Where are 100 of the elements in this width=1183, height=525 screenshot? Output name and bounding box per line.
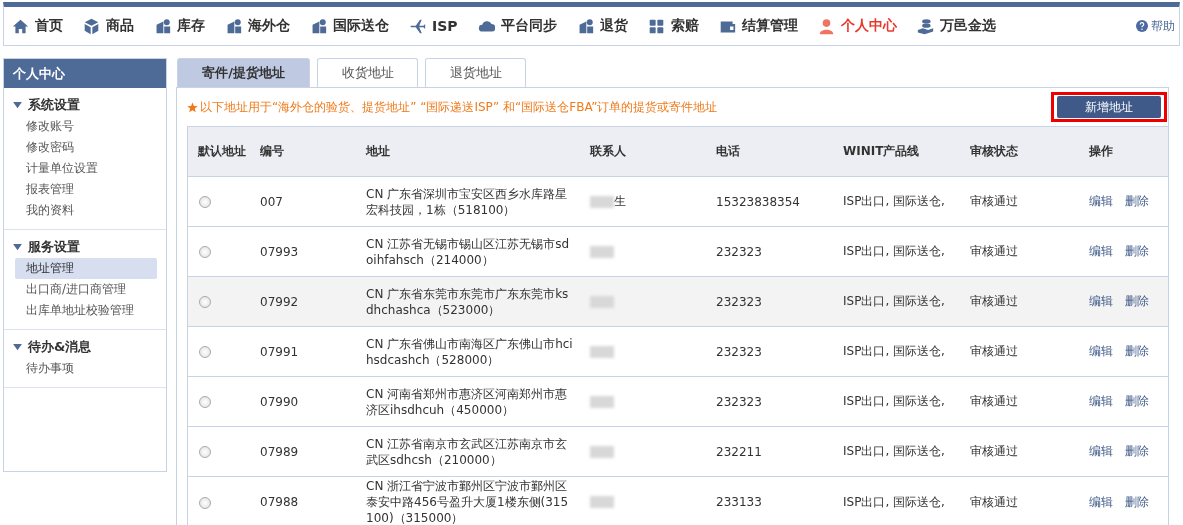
table-cell-text: CN 江苏省无锡市锡山区江苏无锡市sdoihfahsch（214000） xyxy=(366,235,571,268)
home-icon xyxy=(12,17,29,35)
action-link[interactable]: 编辑 xyxy=(1089,193,1113,210)
tab[interactable]: 退货地址 xyxy=(425,58,526,87)
sidebar-item[interactable]: 修改账号 xyxy=(15,116,157,137)
sidebar-item[interactable]: 计量单位设置 xyxy=(15,158,157,179)
redacted-block xyxy=(590,295,614,308)
action-link[interactable]: 编辑 xyxy=(1089,343,1113,360)
nav-item[interactable]: 商品 xyxy=(83,17,134,35)
table-cell: ISP出口, 国际送仓, xyxy=(843,394,945,408)
sidebar-item[interactable]: 待办事项 xyxy=(15,358,157,379)
radio-button[interactable] xyxy=(199,396,211,408)
column-header: 联系人 xyxy=(588,143,627,160)
sidebar-group[interactable]: 系统设置 xyxy=(4,94,166,116)
radio-button[interactable] xyxy=(199,246,211,258)
action-link[interactable]: 删除 xyxy=(1125,393,1149,410)
help-link[interactable]: 帮助 xyxy=(1136,17,1175,35)
sidebar-group[interactable]: 待办&消息 xyxy=(4,336,166,358)
nav-item[interactable]: 平台同步 xyxy=(477,17,557,35)
table-cell: 审核通过 xyxy=(970,494,1018,509)
table-cell: CN 广东省佛山市南海区广东佛山市hcihsdcashch（528000） xyxy=(366,335,574,368)
table-cell: 审核通过 xyxy=(970,244,1018,258)
person-icon xyxy=(817,17,835,35)
table-cell: 232323 xyxy=(716,244,762,259)
column-header: 默认地址 xyxy=(197,143,247,160)
sidebar-item[interactable]: 报表管理 xyxy=(15,179,157,200)
column-header: WINIT产品线 xyxy=(842,143,921,160)
sidebar-item[interactable]: 出口商/进口商管理 xyxy=(15,279,157,300)
nav-item[interactable]: 结算管理 xyxy=(718,17,798,35)
redacted-block xyxy=(590,496,614,508)
nav-item[interactable]: 个人中心 xyxy=(817,17,897,35)
sidebar-item[interactable]: 修改密码 xyxy=(15,137,157,158)
action-link[interactable]: 删除 xyxy=(1125,193,1149,210)
sidebar-item[interactable]: 地址管理 xyxy=(15,258,157,279)
sidebar-group[interactable]: 服务设置 xyxy=(4,236,166,258)
radio-button[interactable] xyxy=(199,446,211,458)
cube-icon xyxy=(83,17,100,35)
star-icon xyxy=(187,101,198,113)
table-cell: 232323 xyxy=(716,344,762,359)
table-cell: ISP出口, 国际送仓, xyxy=(843,494,945,509)
nav-item[interactable]: 索赔 xyxy=(647,17,699,35)
coins-icon xyxy=(916,17,934,35)
table-cell-text: CN 江苏省南京市玄武区江苏南京市玄武区sdhcsh（210000） xyxy=(366,435,569,468)
table-cell: 07993 xyxy=(260,244,299,259)
add-address-button[interactable]: 新增地址 xyxy=(1057,96,1161,118)
tab[interactable]: 收货地址 xyxy=(317,58,418,87)
radio-button[interactable] xyxy=(199,296,211,308)
action-link[interactable]: 编辑 xyxy=(1089,493,1113,511)
table-cell: 007 xyxy=(260,194,283,209)
nav-item[interactable]: 首页 xyxy=(12,17,63,35)
table-cell-text: CN 广东省东莞市东莞市广东东莞市ksdhchashca（523000） xyxy=(366,285,570,318)
redacted-block xyxy=(590,395,614,408)
table-cell: 233133 xyxy=(716,495,762,509)
nav-item[interactable]: 海外仓 xyxy=(225,17,290,35)
nav-item[interactable]: 退货 xyxy=(576,17,628,35)
table-cell: 232211 xyxy=(716,444,762,459)
table-cell: 生 xyxy=(614,193,626,210)
table-cell: 审核通过 xyxy=(970,344,1018,358)
nav-item[interactable]: 国际送仓 xyxy=(310,17,389,35)
table-cell: ISP出口, 国际送仓, xyxy=(843,194,945,208)
help-icon xyxy=(1136,20,1148,32)
action-link[interactable]: 删除 xyxy=(1125,493,1149,511)
action-link[interactable]: 编辑 xyxy=(1089,243,1113,260)
action-link[interactable]: 编辑 xyxy=(1089,393,1113,410)
action-link[interactable]: 删除 xyxy=(1125,293,1149,310)
sidebar-item[interactable]: 出库单地址校验管理 xyxy=(15,300,157,321)
table-cell: 07990 xyxy=(260,394,299,409)
redacted-block xyxy=(590,445,614,458)
action-link[interactable]: 编辑 xyxy=(1089,293,1113,310)
column-header: 编号 xyxy=(259,143,285,160)
table-cell: 审核通过 xyxy=(970,194,1018,208)
nav-item[interactable]: ISP xyxy=(409,17,458,35)
table-cell-text: CN 广东省深圳市宝安区西乡水库路星宏科技园，1栋（518100） xyxy=(366,185,569,218)
radio-button[interactable] xyxy=(199,496,211,509)
action-link[interactable]: 删除 xyxy=(1125,243,1149,260)
table-cell: 审核通过 xyxy=(970,294,1018,308)
radio-button[interactable] xyxy=(199,346,211,358)
radio-button[interactable] xyxy=(199,196,211,208)
table-cell: 07991 xyxy=(260,344,299,359)
tab[interactable]: 寄件/提货地址 xyxy=(177,58,310,87)
redacted-block xyxy=(590,245,614,258)
table-cell: 07992 xyxy=(260,294,299,309)
action-link[interactable]: 编辑 xyxy=(1089,443,1113,460)
building-icon xyxy=(225,17,242,35)
action-link[interactable]: 删除 xyxy=(1125,443,1149,460)
table-cell-text: CN 浙江省宁波市鄞州区宁波市鄞州区泰安中路456号盈升大厦1楼东侧(315100)（315000） xyxy=(366,478,570,525)
table-cell: ISP出口, 国际送仓, xyxy=(843,444,945,458)
sidebar-item[interactable]: 我的资料 xyxy=(15,200,157,221)
table-cell-text: CN 河南省郑州市惠济区河南郑州市惠济区ihsdhcuh（450000） xyxy=(366,385,569,418)
nav-item[interactable]: 库存 xyxy=(154,17,205,35)
plane-icon xyxy=(409,17,426,35)
column-header: 地址 xyxy=(366,143,391,160)
table-cell: 审核通过 xyxy=(970,394,1018,408)
action-link[interactable]: 删除 xyxy=(1125,343,1149,360)
sidebar-title: 个人中心 xyxy=(4,59,166,88)
table-cell: 审核通过 xyxy=(970,444,1018,458)
redacted-block xyxy=(590,195,614,208)
table-cell: 232323 xyxy=(716,394,762,409)
column-header: 电话 xyxy=(715,143,741,160)
nav-item[interactable]: 万邑金选 xyxy=(916,17,996,35)
